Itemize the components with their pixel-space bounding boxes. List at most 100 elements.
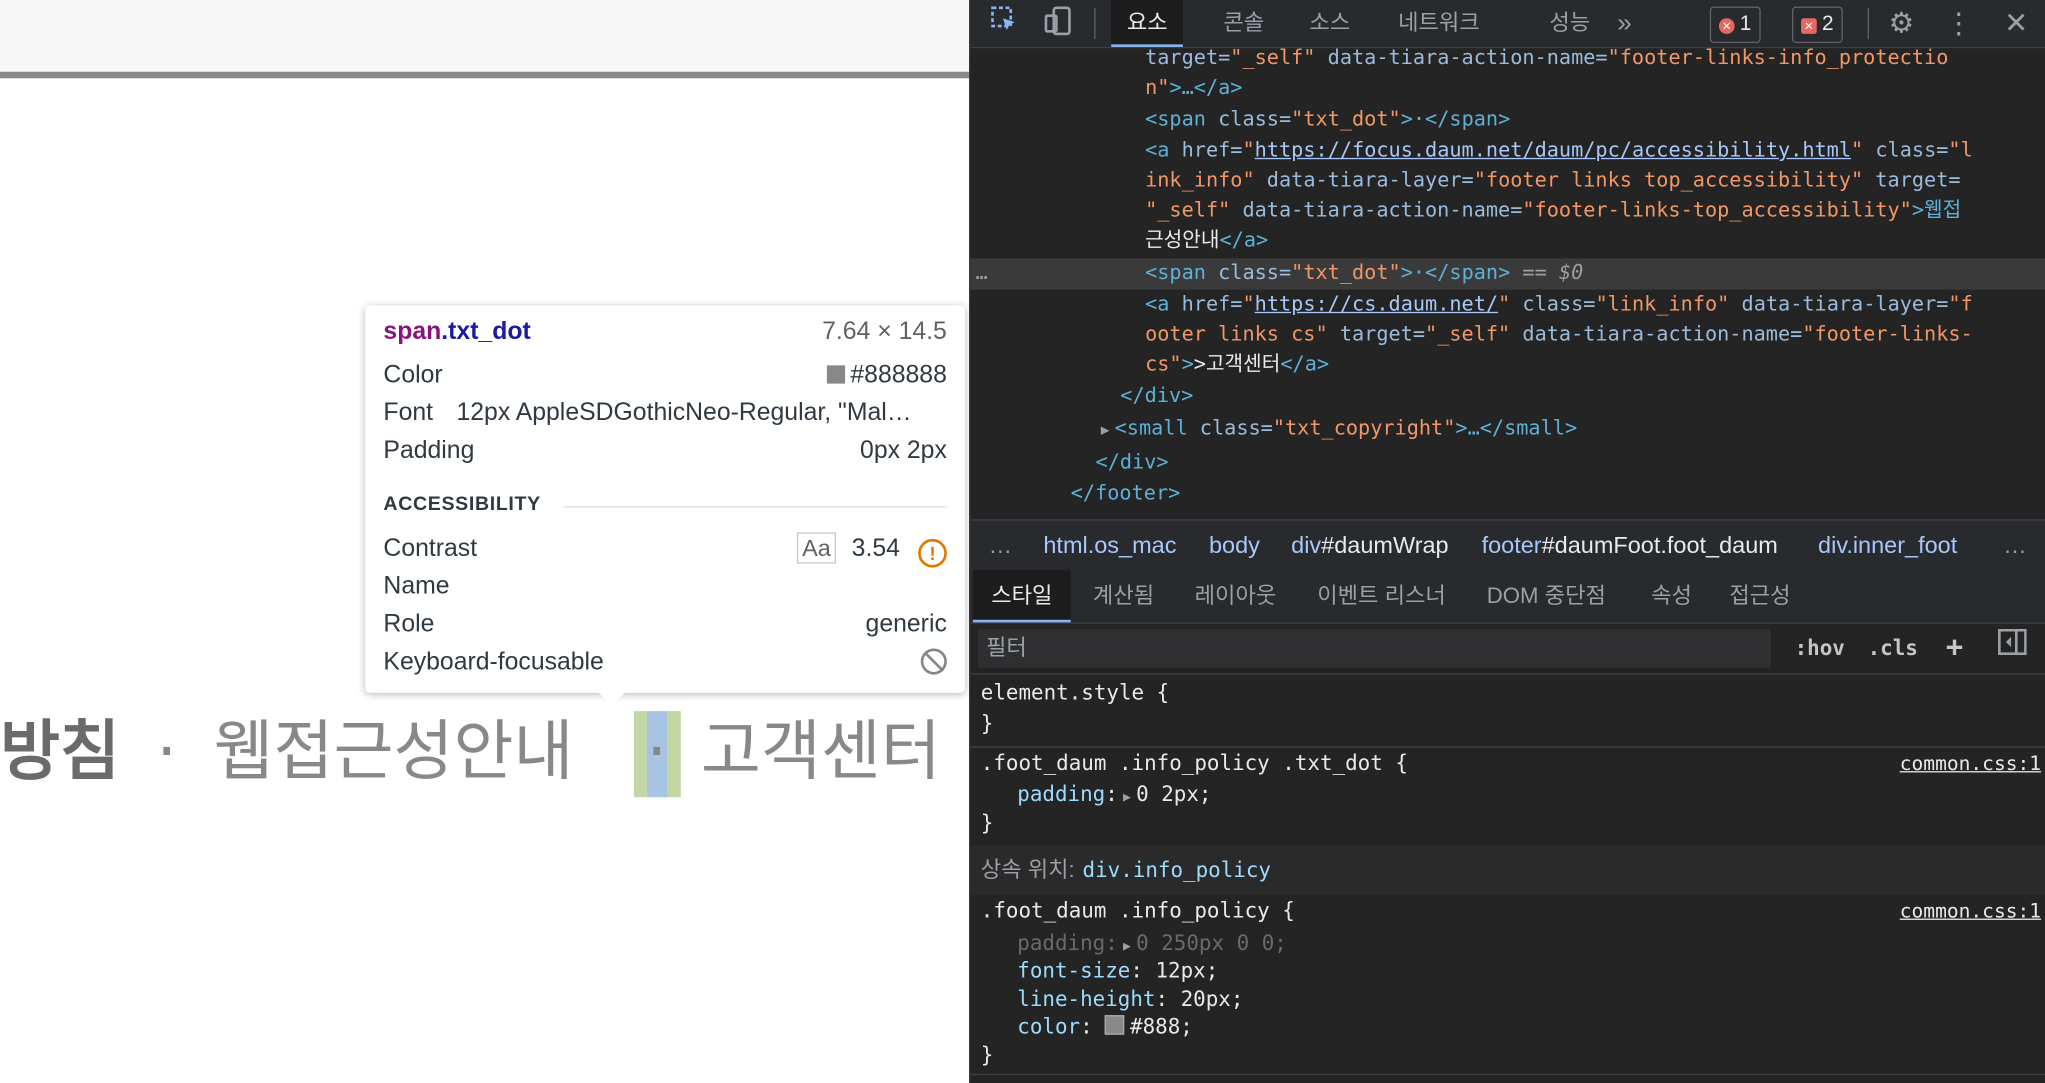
tab-dom-breakpoints[interactable]: DOM 중단점	[1469, 570, 1625, 622]
code-line[interactable]: </footer>	[1071, 479, 1181, 509]
breadcrumb-html[interactable]: html.os_mac	[1043, 521, 1176, 571]
breadcrumb-scroll-right[interactable]: …	[2003, 521, 2026, 571]
color-swatch	[826, 365, 846, 384]
gear-icon[interactable]: ⚙	[1883, 5, 1920, 42]
rule-source-link[interactable]: common.css:1	[1900, 896, 2041, 925]
breadcrumb-inner-foot[interactable]: div.inner_foot	[1818, 521, 1957, 571]
rule-selector[interactable]: .foot_daum .info_policy {	[981, 896, 1295, 925]
accessibility-link[interactable]: 웹접근성안내	[214, 714, 574, 790]
inherited-from-link[interactable]: div.info_policy	[1083, 857, 1271, 882]
new-rule-button[interactable]: +	[1946, 629, 1963, 668]
class-toggle-button[interactable]: .cls	[1868, 629, 1918, 668]
highlighted-dot-separator: ·	[633, 706, 681, 798]
page-viewport: 방침 · 웹접근성안내 · 고객센터 span.txt_dot 7.64 × 1…	[0, 0, 970, 1083]
tooltip-keyboard-label: Keyboard-focusable	[383, 648, 604, 676]
rule-declaration-inactive[interactable]: padding: ▶ 0 250px 0 0;	[1017, 929, 1287, 958]
tooltip-font-value: 12px AppleSDGothicNeo-Regular, "Mal…	[456, 399, 912, 427]
tab-layout[interactable]: 레이아웃	[1176, 570, 1294, 622]
tooltip-padding-value: 0px 2px	[860, 437, 947, 465]
breadcrumb-scroll-left[interactable]: …	[989, 521, 1012, 571]
code-line[interactable]: target="_self" data-tiara-action-name="f…	[1145, 48, 1948, 73]
tab-network[interactable]: 네트워크	[1382, 0, 1495, 47]
rule-close-brace: }	[980, 810, 994, 836]
code-line[interactable]: </div>	[1096, 448, 1169, 478]
code-link[interactable]: https://cs.daum.net/	[1255, 292, 1498, 315]
tab-event-listeners[interactable]: 이벤트 리스너	[1299, 570, 1464, 622]
rule-source-link[interactable]: common.css:1	[1900, 749, 2041, 778]
rule-declaration[interactable]: padding: ▶ 0 2px;	[1017, 780, 1211, 809]
close-icon[interactable]: ✕	[1998, 5, 2035, 42]
tab-styles[interactable]: 스타일	[972, 570, 1071, 623]
styles-filter-bar: 필터 :hov .cls +	[970, 623, 2045, 675]
warning-icon: !	[918, 538, 947, 568]
more-tabs-icon[interactable]: »	[1602, 0, 1648, 47]
footer-dot-separator: ·	[156, 713, 178, 790]
breadcrumb: … html.os_mac body div#daumWrap footer#d…	[970, 519, 2045, 572]
device-toolbar-icon[interactable]	[1039, 5, 1076, 42]
code-line[interactable]: ink_info" data-tiara-layer="footer links…	[1145, 166, 1960, 196]
styles-rules: element.style { } .foot_daum .info_polic…	[970, 674, 2045, 1083]
code-line[interactable]: <a href="https://cs.daum.net/" class="li…	[1145, 290, 1973, 320]
code-line[interactable]: ooter links cs" target="_self" data-tiar…	[1145, 320, 1973, 350]
code-line[interactable]: </div>	[1120, 381, 1193, 411]
devtools-panel: 요소 콘솔 소스 네트워크 성능 » ✕ 1 ✕ 2 ⚙ ⋮ ✕ target="_…	[969, 0, 2045, 1083]
code-line[interactable]: "_self" data-tiara-action-name="footer-l…	[1145, 196, 1961, 226]
tab-elements[interactable]: 요소	[1111, 0, 1184, 47]
elements-tree: target="_self" data-tiara-action-name="f…	[970, 48, 2045, 519]
page-header-bar	[0, 0, 970, 72]
expand-triangle-icon[interactable]: ▶	[1123, 784, 1131, 813]
tooltip-class: .txt_dot	[441, 318, 531, 346]
more-options-icon[interactable]: ⋮	[1941, 5, 1978, 42]
customer-center-link[interactable]: 고객센터	[701, 714, 941, 790]
inherited-from-header: 상속 위치: div.info_policy	[970, 845, 2045, 896]
rule-declaration[interactable]: font-size: 12px;	[1017, 956, 1218, 985]
tooltip-role-label: Role	[383, 610, 435, 639]
tab-console[interactable]: 콘솔	[1208, 0, 1280, 47]
tooltip-padding-label: Padding	[383, 437, 475, 465]
tab-computed[interactable]: 계산됨	[1075, 570, 1173, 622]
tab-sources[interactable]: 소스	[1294, 0, 1366, 47]
issues-count-badge[interactable]: ✕ 2	[1791, 6, 1843, 44]
hover-state-button[interactable]: :hov	[1795, 629, 1845, 668]
error-icon: ✕	[1718, 18, 1735, 34]
tooltip-color-value: #888888	[826, 359, 947, 393]
selected-code-line[interactable]: <span class="txt_dot">·</span> == $0	[1145, 258, 1583, 288]
tab-accessibility[interactable]: 접근성	[1711, 570, 1809, 622]
privacy-policy-link[interactable]: 방침	[0, 714, 120, 790]
tab-performance[interactable]: 성능	[1534, 0, 1606, 47]
node-actions-ellipsis[interactable]: …	[976, 258, 988, 288]
expand-triangle-icon[interactable]: ▶	[1101, 421, 1110, 438]
inspect-tooltip: span.txt_dot 7.64 × 14.5 Color #888888 F…	[365, 305, 966, 706]
code-line[interactable]: <span class="txt_dot">·</span>	[1145, 104, 1510, 134]
code-line[interactable]: <a href="https://focus.daum.net/daum/pc/…	[1145, 136, 1973, 166]
devtools-toolbar: 요소 콘솔 소스 네트워크 성능 » ✕ 1 ✕ 2 ⚙ ⋮ ✕	[970, 0, 2045, 49]
inspect-element-icon[interactable]	[986, 5, 1023, 42]
tooltip-role-value: generic	[865, 610, 947, 639]
error-count-badge[interactable]: ✕ 1	[1709, 6, 1761, 44]
code-line[interactable]: cs">>고객센터</a>	[1145, 350, 1329, 380]
tooltip-contrast-value: Aa 3.54!	[796, 532, 947, 568]
filter-input[interactable]: 필터	[978, 628, 1772, 669]
breadcrumb-daumwrap[interactable]: div#daumWrap	[1291, 521, 1448, 571]
code-line[interactable]: 근성안내</a>	[1145, 226, 1268, 256]
code-link[interactable]: https://focus.daum.net/daum/pc/accessibi…	[1255, 138, 1851, 161]
rule-declaration[interactable]: line-height: 20px;	[1017, 985, 1243, 1014]
color-swatch[interactable]	[1105, 1015, 1125, 1035]
rule-declaration[interactable]: color: #888;	[1017, 1013, 1193, 1042]
rule-selector[interactable]: .foot_daum .info_policy .txt_dot {	[981, 749, 1408, 778]
footer-links: 방침 · 웹접근성안내 · 고객센터	[0, 706, 941, 798]
element-style-selector[interactable]: element.style {	[981, 678, 1169, 707]
breadcrumb-body[interactable]: body	[1209, 521, 1260, 571]
sidebar-toggle-icon[interactable]	[1998, 628, 2027, 668]
styles-tabbar: 스타일 계산됨 레이아웃 이벤트 리스너 DOM 중단점 속성 접근성	[970, 570, 2045, 624]
tab-properties[interactable]: 속성	[1633, 570, 1710, 622]
rule-close-brace: }	[980, 1042, 994, 1068]
tooltip-font-label: Font	[383, 399, 434, 427]
page-header-divider	[0, 71, 970, 79]
accessibility-section-title: ACCESSIBILITY	[383, 493, 947, 519]
code-line[interactable]: ▶ <small class="txt_copyright">…</small>	[1101, 414, 1577, 444]
contrast-aa-sample: Aa	[796, 532, 837, 564]
code-line[interactable]: n">…</a>	[1145, 73, 1242, 103]
breadcrumb-footer[interactable]: footer#daumFoot.foot_daum	[1482, 521, 1778, 571]
tooltip-name-label: Name	[383, 572, 450, 601]
